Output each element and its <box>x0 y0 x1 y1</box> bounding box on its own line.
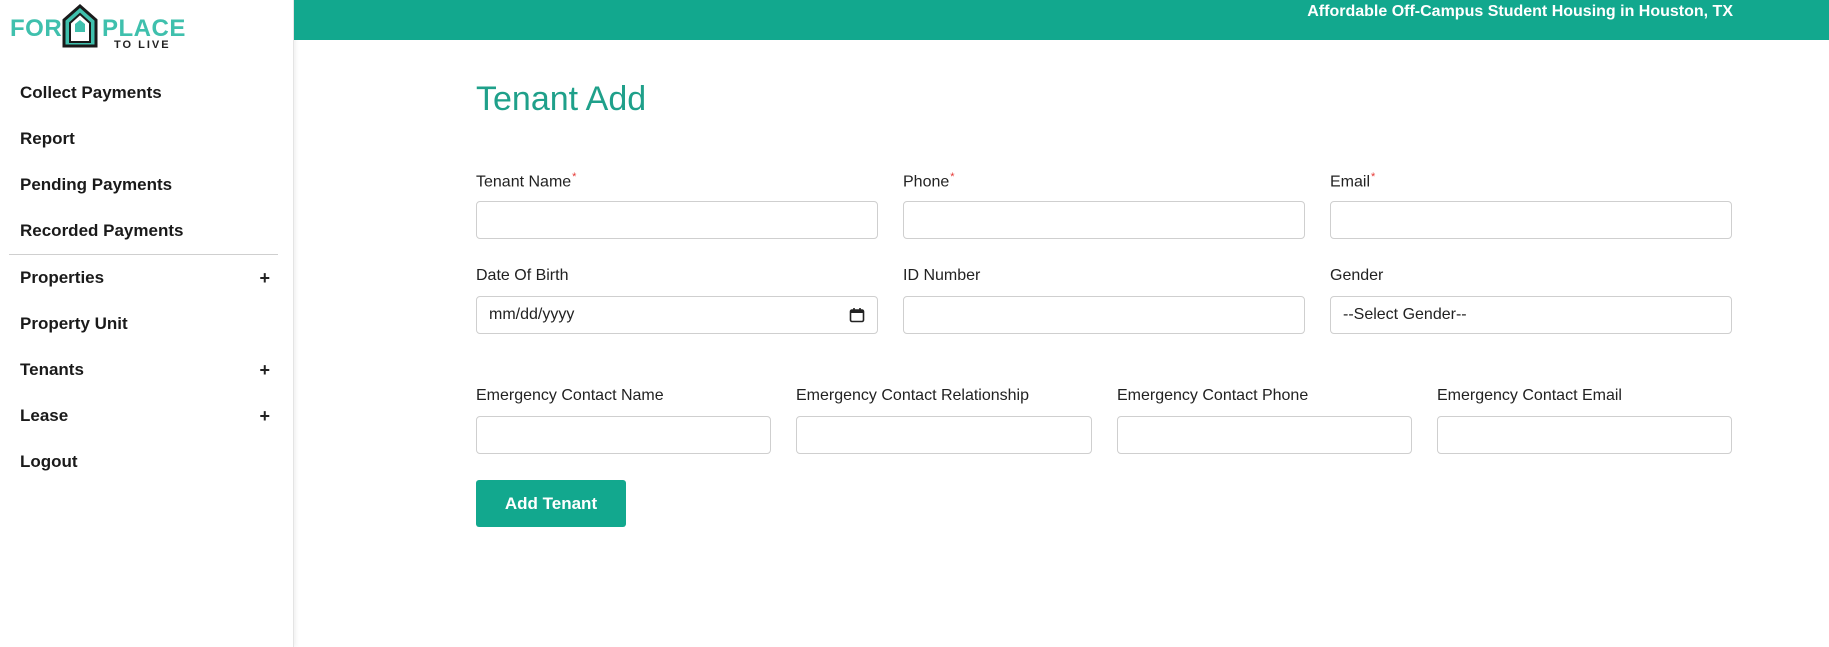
tenant-name-label: Tenant Name* <box>476 171 576 191</box>
logo-word-for: FOR <box>10 15 63 42</box>
emergency-contact-name-input[interactable] <box>476 416 771 454</box>
email-input[interactable] <box>1330 201 1732 239</box>
ec-relationship-label: Emergency Contact Relationship <box>796 387 1030 404</box>
sidebar-item-properties[interactable]: Properties + <box>0 255 280 301</box>
id-number-input[interactable] <box>903 296 1305 334</box>
sidebar-item-property-unit[interactable]: Property Unit <box>0 301 280 347</box>
email-label-text: Email <box>1330 173 1371 191</box>
sidebar-item-label: Properties <box>20 268 105 287</box>
id-number-label: ID Number <box>903 267 981 284</box>
ec-phone-label: Emergency Contact Phone <box>1117 387 1309 404</box>
sidebar-item-label: Tenants <box>20 360 84 379</box>
calendar-icon[interactable] <box>849 307 865 323</box>
emergency-contact-phone-input[interactable] <box>1117 416 1412 454</box>
brand-logo[interactable]: FOR PLACE TO LIVE <box>10 2 185 52</box>
ec-name-label: Emergency Contact Name <box>476 387 664 404</box>
expand-plus-icon[interactable]: + <box>259 255 270 301</box>
logo-word-to-live: TO LIVE <box>114 39 171 51</box>
house-icon <box>62 4 98 48</box>
expand-plus-icon[interactable]: + <box>259 347 270 393</box>
gender-select[interactable]: --Select Gender-- <box>1330 296 1732 334</box>
tenant-name-input[interactable] <box>476 201 878 239</box>
emergency-contact-relationship-input[interactable] <box>796 416 1092 454</box>
sidebar-item-pending-payments[interactable]: Pending Payments <box>0 162 280 208</box>
dob-label: Date Of Birth <box>476 267 569 284</box>
sidebar-item-lease[interactable]: Lease + <box>0 393 280 439</box>
email-label: Email* <box>1330 171 1375 191</box>
dob-value: mm/dd/yyyy <box>489 306 575 323</box>
sidebar-item-recorded-payments[interactable]: Recorded Payments <box>0 208 280 254</box>
phone-label-text: Phone <box>903 173 950 191</box>
sidebar-item-report[interactable]: Report <box>0 116 280 162</box>
gender-selected-value: --Select Gender-- <box>1343 306 1467 323</box>
sidebar-item-collect-payments[interactable]: Collect Payments <box>0 70 280 116</box>
page-title: Tenant Add <box>476 80 647 118</box>
site-tagline: Affordable Off-Campus Student Housing in… <box>1307 3 1733 20</box>
ec-email-label: Emergency Contact Email <box>1437 387 1622 404</box>
phone-label: Phone* <box>903 171 955 191</box>
sidebar-item-label: Lease <box>20 406 69 425</box>
sidebar-nav: Collect Payments Report Pending Payments… <box>0 70 280 485</box>
sidebar-item-tenants[interactable]: Tenants + <box>0 347 280 393</box>
top-bar: Affordable Off-Campus Student Housing in… <box>294 0 1829 40</box>
sidebar-item-logout[interactable]: Logout <box>0 439 280 485</box>
add-tenant-button[interactable]: Add Tenant <box>476 480 626 527</box>
tenant-name-label-text: Tenant Name <box>476 173 572 191</box>
gender-label: Gender <box>1330 267 1384 284</box>
required-marker: * <box>1371 171 1376 183</box>
emergency-contact-email-input[interactable] <box>1437 416 1732 454</box>
sidebar: FOR PLACE TO LIVE Collect Payments Repor… <box>0 0 294 647</box>
required-marker: * <box>950 171 955 183</box>
date-of-birth-input[interactable]: mm/dd/yyyy <box>476 296 878 334</box>
phone-input[interactable] <box>903 201 1305 239</box>
required-marker: * <box>572 171 577 183</box>
expand-plus-icon[interactable]: + <box>259 393 270 439</box>
